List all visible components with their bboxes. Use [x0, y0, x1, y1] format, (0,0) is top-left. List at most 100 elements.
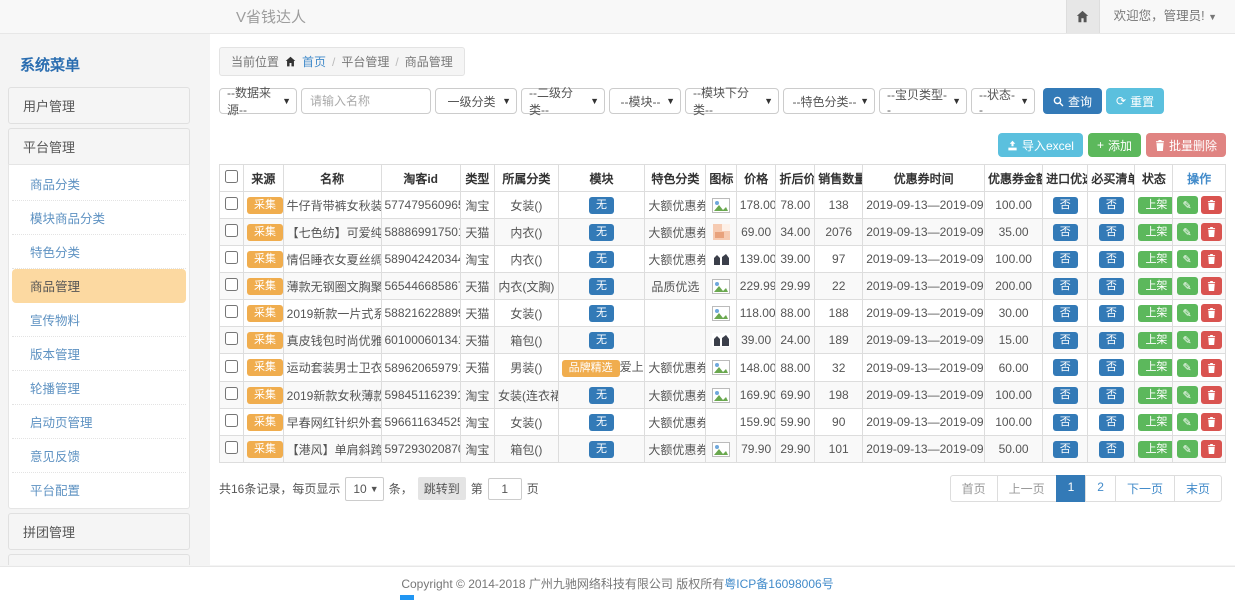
icp-link[interactable]: 粤ICP备16098006号 — [724, 575, 833, 592]
module-badge[interactable]: 无 — [589, 441, 614, 458]
status-badge[interactable]: 上架 — [1138, 251, 1172, 268]
submenu-item-特色分类[interactable]: 特色分类 — [12, 235, 186, 269]
sidebar-item-用户管理[interactable]: 用户管理 — [8, 87, 190, 124]
source-badge[interactable]: 采集 — [247, 251, 283, 268]
page-number-input[interactable] — [488, 478, 522, 500]
item-type-select[interactable]: --宝贝类型--▼ — [879, 88, 967, 114]
edit-button[interactable]: ✎ — [1177, 250, 1198, 268]
must-buy-toggle[interactable]: 否 — [1099, 224, 1124, 241]
delete-button[interactable] — [1201, 196, 1222, 214]
must-buy-toggle[interactable]: 否 — [1099, 278, 1124, 295]
module-badge[interactable]: 无 — [589, 224, 614, 241]
must-buy-toggle[interactable]: 否 — [1099, 414, 1124, 431]
delete-button[interactable] — [1201, 386, 1222, 404]
source-badge[interactable]: 采集 — [247, 197, 283, 214]
import-pick-toggle[interactable]: 否 — [1053, 224, 1078, 241]
status-badge[interactable]: 上架 — [1138, 387, 1172, 404]
edit-button[interactable]: ✎ — [1177, 277, 1198, 295]
status-badge[interactable]: 上架 — [1138, 332, 1172, 349]
import-pick-toggle[interactable]: 否 — [1053, 441, 1078, 458]
module-badge[interactable]: 无 — [589, 414, 614, 431]
submenu-item-商品分类[interactable]: 商品分类 — [12, 167, 186, 201]
submenu-item-宣传物料[interactable]: 宣传物料 — [12, 303, 186, 337]
per-page-select[interactable]: 10 ▼ — [345, 477, 383, 501]
row-checkbox[interactable] — [225, 251, 238, 264]
jump-to-button[interactable]: 跳转到 — [418, 477, 466, 500]
edit-button[interactable]: ✎ — [1177, 440, 1198, 458]
edit-button[interactable]: ✎ — [1177, 196, 1198, 214]
status-badge[interactable]: 上架 — [1138, 441, 1172, 458]
import-pick-toggle[interactable]: 否 — [1053, 197, 1078, 214]
page-button-2[interactable]: 2 — [1085, 475, 1116, 502]
import-pick-toggle[interactable]: 否 — [1053, 251, 1078, 268]
source-badge[interactable]: 采集 — [247, 414, 283, 431]
module-sub-select[interactable]: --模块下分类--▼ — [685, 88, 779, 114]
sidebar-item-拼团管理[interactable]: 拼团管理 — [8, 513, 190, 550]
submenu-item-平台配置[interactable]: 平台配置 — [12, 473, 186, 506]
import-pick-toggle[interactable]: 否 — [1053, 359, 1078, 376]
sidebar-item-平台管理[interactable]: 平台管理 — [8, 128, 190, 164]
level1-category-select[interactable]: 一级分类▼ — [435, 88, 517, 114]
import-pick-toggle[interactable]: 否 — [1053, 332, 1078, 349]
delete-button[interactable] — [1201, 250, 1222, 268]
import-excel-button[interactable]: 导入excel — [998, 133, 1083, 157]
module-badge[interactable]: 无 — [589, 305, 614, 322]
breadcrumb-home-link[interactable]: 首页 — [302, 53, 326, 70]
submenu-item-意见反馈[interactable]: 意见反馈 — [12, 439, 186, 473]
source-badge[interactable]: 采集 — [247, 224, 283, 241]
row-checkbox[interactable] — [225, 441, 238, 454]
module-badge[interactable]: 无 — [589, 332, 614, 349]
source-badge[interactable]: 采集 — [247, 387, 283, 404]
delete-button[interactable] — [1201, 223, 1222, 241]
must-buy-toggle[interactable]: 否 — [1099, 332, 1124, 349]
data-source-select[interactable]: --数据来源--▼ — [219, 88, 297, 114]
level2-category-select[interactable]: --二级分类--▼ — [521, 88, 605, 114]
module-select[interactable]: --模块--▼ — [609, 88, 681, 114]
reset-button[interactable]: ⟳重置 — [1106, 88, 1164, 114]
source-badge[interactable]: 采集 — [247, 359, 283, 376]
source-badge[interactable]: 采集 — [247, 441, 283, 458]
module-badge[interactable]: 无 — [589, 197, 614, 214]
delete-button[interactable] — [1201, 277, 1222, 295]
page-button-首页[interactable]: 首页 — [950, 475, 998, 502]
status-badge[interactable]: 上架 — [1138, 305, 1172, 322]
module-badge[interactable]: 无 — [589, 251, 614, 268]
import-pick-toggle[interactable]: 否 — [1053, 414, 1078, 431]
edit-button[interactable]: ✎ — [1177, 359, 1198, 377]
edit-button[interactable]: ✎ — [1177, 223, 1198, 241]
submenu-item-模块商品分类[interactable]: 模块商品分类 — [12, 201, 186, 235]
import-pick-toggle[interactable]: 否 — [1053, 305, 1078, 322]
source-badge[interactable]: 采集 — [247, 278, 283, 295]
submenu-item-商品管理[interactable]: 商品管理 — [12, 269, 186, 303]
edit-button[interactable]: ✎ — [1177, 413, 1198, 431]
module-badge[interactable]: 品牌精选 — [562, 360, 620, 377]
page-button-1[interactable]: 1 — [1056, 475, 1087, 502]
edit-button[interactable]: ✎ — [1177, 331, 1198, 349]
edit-button[interactable]: ✎ — [1177, 304, 1198, 322]
submenu-item-版本管理[interactable]: 版本管理 — [12, 337, 186, 371]
status-badge[interactable]: 上架 — [1138, 224, 1172, 241]
row-checkbox[interactable] — [225, 305, 238, 318]
must-buy-toggle[interactable]: 否 — [1099, 305, 1124, 322]
user-menu[interactable]: 欢迎您，管理员! ▼ — [1100, 0, 1235, 33]
name-input[interactable] — [301, 88, 431, 114]
source-badge[interactable]: 采集 — [247, 332, 283, 349]
must-buy-toggle[interactable]: 否 — [1099, 251, 1124, 268]
submenu-item-启动页管理[interactable]: 启动页管理 — [12, 405, 186, 439]
import-pick-toggle[interactable]: 否 — [1053, 278, 1078, 295]
import-pick-toggle[interactable]: 否 — [1053, 387, 1078, 404]
module-badge[interactable]: 无 — [589, 387, 614, 404]
row-checkbox[interactable] — [225, 360, 238, 373]
home-button[interactable] — [1066, 0, 1100, 33]
delete-button[interactable] — [1201, 304, 1222, 322]
source-badge[interactable]: 采集 — [247, 305, 283, 322]
must-buy-toggle[interactable]: 否 — [1099, 387, 1124, 404]
edit-button[interactable]: ✎ — [1177, 386, 1198, 404]
module-badge[interactable]: 无 — [589, 278, 614, 295]
status-badge[interactable]: 上架 — [1138, 278, 1172, 295]
select-all-checkbox[interactable] — [225, 170, 238, 183]
must-buy-toggle[interactable]: 否 — [1099, 197, 1124, 214]
feature-category-select[interactable]: --特色分类--▼ — [783, 88, 875, 114]
row-checkbox[interactable] — [225, 332, 238, 345]
row-checkbox[interactable] — [225, 278, 238, 291]
